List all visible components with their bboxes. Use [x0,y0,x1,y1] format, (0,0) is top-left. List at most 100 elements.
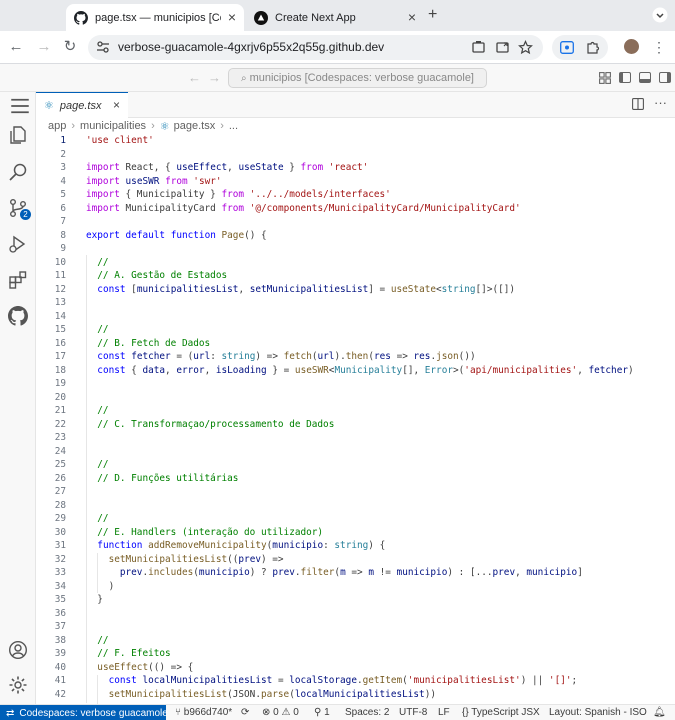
tab-page-tsx[interactable]: ⚛ page.tsx × [36,92,128,118]
explorer-icon[interactable] [8,125,28,145]
code-line[interactable]: import useSWR from 'swr' [86,176,222,187]
sync-icon[interactable]: ⟳ [241,707,249,718]
back-arrow-icon[interactable]: ← [8,39,24,55]
notifications-bell-icon[interactable]: 🔔︎ [653,707,666,718]
code-line[interactable]: import { Municipality } from '../../mode… [86,189,391,200]
code-line[interactable]: // B. Fetch de Dados [86,338,210,349]
github-icon [74,10,88,25]
branch-indicator[interactable]: ⑂ b966d740* [175,707,232,718]
status-bar: ⇄ Codespaces: verbose guacamole ⑂ b966d7… [0,704,675,720]
menu-icon[interactable] [10,96,30,116]
browser-tab-vscode[interactable]: page.tsx — municipios [Codespaces: verbo… [66,4,244,31]
ports-indicator[interactable]: ⚲ 1 [314,707,330,718]
error-icon: ⊗ [262,707,271,718]
line-number: 8 [60,229,66,241]
code-line[interactable]: // [86,324,108,335]
code-line[interactable]: useEffect(() => { [86,662,193,673]
github-icon[interactable] [8,306,28,326]
run-debug-icon[interactable] [8,234,28,254]
code-line[interactable]: // E. Handlers (interação do utilizador) [86,527,323,538]
puzzle-icon[interactable] [585,40,600,55]
breadcrumb-item[interactable]: ... [229,120,238,132]
breadcrumb-item[interactable]: municipalities [80,120,146,132]
keyboard-layout-indicator[interactable]: Layout: Spanish - ISO [549,707,647,718]
url-text: verbose-guacamole-4gxrjv6p55x2q55g.githu… [118,40,385,54]
browser-tab-next-app[interactable]: Create Next App × [246,4,424,31]
language-indicator[interactable]: {} TypeScript JSX [462,707,540,718]
code-line[interactable]: // [86,513,108,524]
new-tab-button[interactable]: + [428,6,437,24]
extension-icon[interactable] [560,41,574,54]
search-icon[interactable] [8,162,28,182]
cast-icon[interactable] [471,40,486,55]
line-number: 9 [60,243,66,254]
code-line[interactable]: // D. Funções utilitárias [86,473,238,484]
close-icon[interactable]: × [113,98,120,112]
split-editor-icon[interactable] [632,98,644,110]
activity-bar: 2 [0,92,36,704]
line-number: 5 [60,189,66,200]
toggle-secondary-sidebar-icon[interactable] [659,72,671,83]
command-center[interactable]: ⌕ municipios [Codespaces: verbose guacamo… [228,68,487,88]
code-line[interactable]: function addRemoveMunicipality(municipio… [86,540,385,551]
code-line[interactable]: prev.includes(municipio) ? prev.filter(m… [86,567,583,578]
browser-toolbar: ← → ↻ verbose-guacamole-4gxrjv6p55x2q55g… [0,31,675,64]
code-line[interactable]: import MunicipalityCard from '@/componen… [86,203,521,214]
code-line[interactable]: 'use client' [86,135,154,146]
code-line[interactable]: // C. Transformaçao/processamento de Dad… [86,419,334,430]
toggle-primary-sidebar-icon[interactable] [619,72,631,83]
code-line[interactable]: } [86,594,103,605]
code-line[interactable]: // F. Efeitos [86,648,170,659]
code-line[interactable]: // [86,459,108,470]
avatar[interactable] [624,39,639,54]
code-line[interactable]: const { data, error, isLoading } = useSW… [86,365,633,376]
code-line[interactable]: // A. Gestão de Estados [86,270,227,281]
install-app-icon[interactable] [495,40,510,55]
code-editor[interactable]: 1'use client' 2 3 import React, { useEffect… [36,134,675,704]
code-line[interactable]: const fetcher = (url: string) => fetch(u… [86,351,475,362]
bookmark-star-icon[interactable] [518,40,533,55]
line-number: 20 [54,391,66,403]
code-line[interactable]: setMunicipalitiesList((prev) => [86,554,284,565]
line-number: 32 [54,553,66,565]
code-line[interactable]: // [86,257,108,268]
toggle-panel-icon[interactable] [639,72,651,83]
account-icon[interactable] [8,640,28,660]
code-line[interactable]: // [86,635,108,646]
breadcrumb: app › municipalities › ⚛ page.tsx › ... [36,118,675,134]
line-number: 6 [60,202,66,214]
forward-arrow-icon[interactable]: → [208,70,221,85]
site-settings-icon[interactable] [96,40,110,54]
remote-indicator[interactable]: ⇄ Codespaces: verbose guacamole [0,705,168,720]
breadcrumb-item[interactable]: page.tsx [174,120,216,132]
code-line[interactable]: ) [86,581,115,592]
code-line[interactable]: const [municipalitiesList, setMunicipali… [86,284,515,295]
customize-layout-icon[interactable] [599,72,611,84]
code-line[interactable]: export default function Page() { [86,230,267,241]
gear-icon[interactable] [8,675,28,695]
line-number: 35 [54,594,66,605]
code-line[interactable]: setMunicipalitiesList(JSON.parse(localMu… [86,689,436,700]
remote-icon: ⇄ [6,707,15,719]
tab-search-chevron-icon[interactable] [652,7,668,23]
more-actions-icon[interactable]: ··· [654,95,667,110]
close-icon[interactable]: × [408,10,416,24]
line-number: 13 [54,297,66,308]
problems-indicator[interactable]: ⊗ 0 ⚠ 0 [262,707,299,718]
forward-arrow-icon[interactable]: → [36,39,52,55]
more-menu-icon[interactable]: ⋮ [651,39,667,55]
eol-indicator[interactable]: LF [438,707,450,718]
address-bar[interactable]: verbose-guacamole-4gxrjv6p55x2q55g.githu… [88,35,543,60]
indentation-indicator[interactable]: Spaces: 2 [345,707,389,718]
back-arrow-icon[interactable]: ← [188,70,201,85]
code-line[interactable]: // [86,405,108,416]
line-number: 31 [54,540,66,551]
code-line[interactable]: const localMunicipalitiesList = localSto… [86,675,578,686]
encoding-indicator[interactable]: UTF-8 [399,707,427,718]
breadcrumb-item[interactable]: app [48,120,66,132]
close-icon[interactable]: × [228,10,236,24]
reload-icon[interactable]: ↻ [62,39,78,55]
extensions-icon[interactable] [8,270,28,290]
code-line[interactable]: import React, { useEffect, useState } fr… [86,162,368,173]
line-number: 27 [54,486,66,497]
